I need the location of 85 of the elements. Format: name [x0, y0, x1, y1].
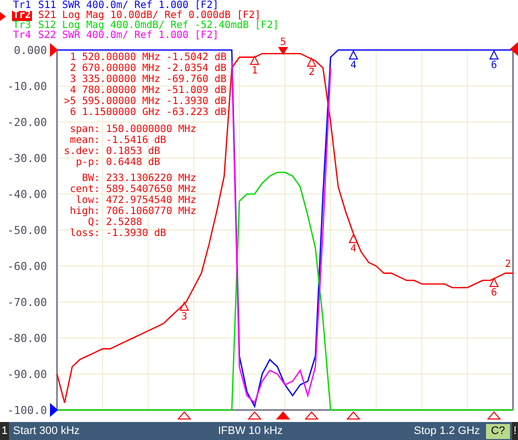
- y-tick-label: -30.00: [7, 152, 47, 165]
- trace-format: SWR 400.0m/ Ref 1.000 [F2]: [62, 1, 219, 11]
- bandwidth-label: BW:: [80, 173, 100, 184]
- statistic-value: 0.1853 dB: [106, 146, 162, 157]
- trace-parameter: S11: [38, 1, 56, 11]
- annotation: 3: [181, 311, 188, 322]
- trace-format: SWR 400.0m/ Ref 1.000 [F2]: [62, 31, 219, 41]
- y-tick-label: -20.00: [7, 116, 47, 129]
- y-tick-label: -60.00: [7, 260, 47, 273]
- marker-position-icon: [276, 411, 290, 420]
- marker-value: -2.0354 dB: [166, 63, 226, 74]
- marker-value: -63.223 dB: [166, 107, 226, 118]
- marker-value: -69.760 dB: [166, 74, 226, 85]
- ifbw-setting: IFBW 10 kHz: [218, 425, 284, 437]
- marker-frequency: 595.00000 MHz: [82, 96, 160, 107]
- marker-value: -51.009 dB: [166, 85, 226, 96]
- statistic-value: 0.6448 dB: [106, 157, 162, 168]
- bandwidth-label: low:: [74, 195, 100, 206]
- marker-frequency: 670.00000 MHz: [82, 63, 160, 74]
- marker-value: -1.3930 dB: [166, 96, 226, 107]
- stop-frequency: Stop 1.2 GHz: [414, 425, 480, 437]
- trace-name[interactable]: Tr1: [12, 1, 32, 11]
- reference-marker-icon: [50, 43, 58, 57]
- bandwidth-label: loss:: [68, 228, 100, 239]
- trace-parameter: S21: [38, 11, 56, 21]
- marker-position-icon: [248, 411, 262, 420]
- bandwidth-value: 472.9754540 MHz: [106, 195, 196, 206]
- annotation: 4: [350, 244, 356, 255]
- annotation: 4: [350, 60, 356, 71]
- y-tick-label: -90.00: [7, 368, 47, 381]
- marker-frequency: 1.1500000 GHz: [82, 107, 160, 118]
- trace-name[interactable]: Tr4: [12, 31, 32, 41]
- marker-position-icon: [346, 411, 360, 420]
- y-tick-label: -10.00: [7, 80, 47, 93]
- reference-marker-icon: [510, 42, 518, 56]
- annotation: 2: [308, 67, 315, 78]
- trace-format: Log Mag 10.00dB/ Ref 0.000dB [F2]: [62, 11, 261, 21]
- annotation: 6: [490, 60, 498, 71]
- channel-indicator[interactable]: 1: [0, 422, 9, 440]
- marker-position-icon: [486, 411, 502, 420]
- alert-indicator[interactable]: !: [512, 422, 518, 440]
- y-tick-label: -70.00: [7, 296, 47, 309]
- y-tick-label: 0.000: [14, 44, 47, 57]
- y-tick-label: -100.0: [7, 404, 47, 417]
- bandwidth-value: 233.1306220 MHz: [106, 173, 196, 184]
- trace-parameter: S12: [38, 21, 56, 31]
- trace-name[interactable]: Tr2: [12, 11, 32, 21]
- marker-number: 4: [68, 85, 76, 96]
- bandwidth-label: high:: [68, 206, 100, 217]
- annotation: 5: [280, 37, 286, 48]
- marker-number: 2: [68, 63, 76, 74]
- bandwidth-label: Q:: [86, 217, 100, 228]
- trace-format: Log Mag 400.0mdB/ Ref -52.40mdB [F2]: [62, 21, 279, 31]
- marker-number: 6: [68, 107, 76, 118]
- marker-frequency: 780.00000 MHz: [82, 85, 160, 96]
- marker-number: >5: [62, 96, 76, 107]
- statistic-label: p-p:: [74, 157, 100, 168]
- y-tick-label: -40.00: [7, 188, 47, 201]
- marker-value: -1.5042 dB: [166, 52, 226, 63]
- bandwidth-value: 706.1060770 MHz: [106, 206, 196, 217]
- marker-position-icon: [304, 411, 319, 420]
- marker-position-icon: [177, 411, 192, 420]
- annotation: 6: [490, 288, 498, 299]
- calibration-status[interactable]: C?: [486, 424, 510, 438]
- y-tick-label: -50.00: [7, 224, 47, 237]
- marker-frequency: 520.00000 MHz: [82, 52, 160, 63]
- marker-number: 3: [68, 74, 76, 85]
- trace-parameter: S22: [38, 31, 56, 41]
- statistic-label: s.dev:: [62, 146, 100, 157]
- bandwidth-value: 589.5407650 MHz: [106, 184, 196, 195]
- annotation: 1: [252, 65, 258, 76]
- start-frequency: Start 300 kHz: [13, 425, 81, 437]
- statistic-label: mean:: [68, 135, 100, 146]
- marker-frequency: 335.00000 MHz: [82, 74, 160, 85]
- bandwidth-label: cent:: [68, 184, 100, 195]
- bandwidth-value: -1.3930 dB: [106, 228, 168, 239]
- marker-number: 1: [68, 52, 76, 63]
- trace-end-label: 2: [504, 259, 511, 270]
- y-tick-label: -80.00: [7, 332, 47, 345]
- active-trace-icon: [0, 12, 6, 20]
- statistic-value: 150.0000000 MHz: [106, 124, 196, 135]
- statistic-label: span:: [68, 124, 100, 135]
- reference-marker-icon: [50, 403, 58, 417]
- statistic-value: -1.5416 dB: [106, 135, 168, 146]
- bandwidth-value: 2.5288: [106, 217, 144, 228]
